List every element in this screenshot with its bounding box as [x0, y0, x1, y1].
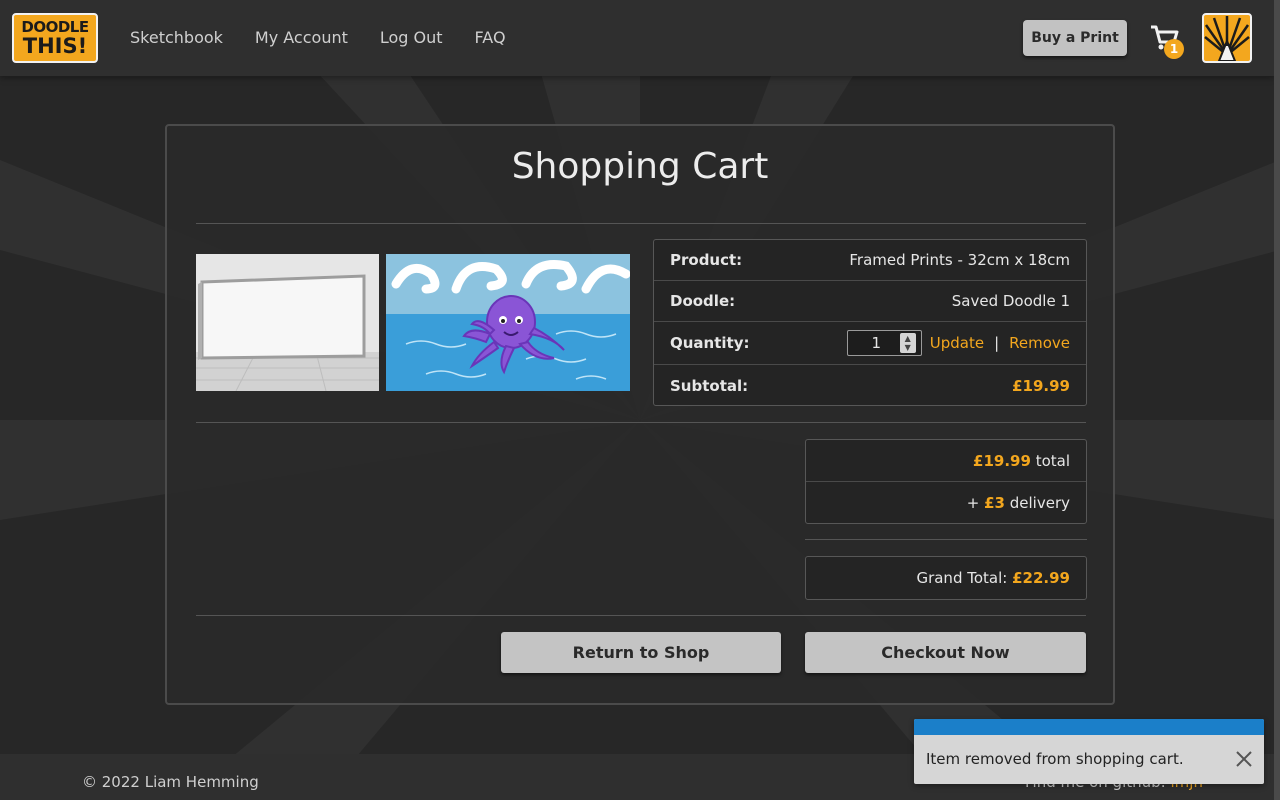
quantity-label: Quantity: [670, 334, 750, 352]
nav-link-my-account[interactable]: My Account [255, 28, 348, 47]
spinner-icon[interactable]: ▲ ▼ [899, 333, 916, 353]
doodle-label: Doodle: [670, 292, 736, 310]
product-row: Product: Framed Prints - 32cm x 18cm [654, 240, 1086, 281]
grand-total-box: Grand Total: £22.99 [805, 556, 1087, 600]
grand-total-label: Grand Total: [916, 569, 1008, 587]
doodle-row: Doodle: Saved Doodle 1 [654, 281, 1086, 322]
brand-line1: DOODLE [21, 17, 89, 36]
grand-total-value: £22.99 [1012, 569, 1070, 587]
nav-link-log-out[interactable]: Log Out [380, 28, 443, 47]
cart-link[interactable]: 1 [1148, 22, 1188, 62]
nav-links: Sketchbook My Account Log Out FAQ [130, 28, 506, 47]
totals-box: £19.99 total + £3 delivery [805, 439, 1087, 524]
product-label: Product: [670, 251, 743, 269]
subtotal-label: Subtotal: [670, 376, 749, 395]
delivery-word: delivery [1009, 494, 1070, 512]
total-row: £19.99 total [806, 440, 1086, 482]
copyright-text: © 2022 Liam Hemming [82, 773, 259, 791]
cart-item-details: Product: Framed Prints - 32cm x 18cm Doo… [653, 239, 1087, 406]
scrollbar[interactable] [1274, 0, 1280, 800]
cart-count-badge: 1 [1164, 39, 1184, 59]
close-icon[interactable] [1234, 749, 1254, 769]
subtotal-row: Subtotal: £19.99 [654, 365, 1086, 406]
sunburst-pencil-icon[interactable] [1202, 13, 1252, 63]
nav-link-faq[interactable]: FAQ [475, 28, 506, 47]
toast-notification: Item removed from shopping cart. [914, 719, 1264, 784]
delivery-row: + £3 delivery [806, 482, 1086, 524]
link-separator: | [994, 334, 1000, 352]
quantity-row: Quantity: ▲▼ Update | Remove [654, 322, 1086, 365]
remove-link[interactable]: Remove [1009, 334, 1070, 352]
divider [196, 422, 1086, 423]
product-value: Framed Prints - 32cm x 18cm [849, 251, 1070, 269]
page-title: Shopping Cart [511, 146, 769, 187]
shopping-cart-card: Shopping Cart Product: Framed Prints - 3… [165, 124, 1115, 705]
doodle-image [386, 254, 630, 391]
divider [196, 615, 1086, 616]
delivery-amount: £3 [984, 494, 1005, 512]
nav-link-sketchbook[interactable]: Sketchbook [130, 28, 223, 47]
delivery-prefix: + [966, 494, 980, 512]
checkout-button[interactable]: Checkout Now [805, 632, 1086, 673]
subtotal-value: £19.99 [1012, 376, 1070, 395]
total-amount: £19.99 [973, 451, 1031, 470]
toast-header-bar [914, 719, 1264, 735]
divider [196, 223, 1086, 224]
divider [805, 539, 1087, 540]
product-image-frame [196, 254, 379, 391]
brand-line2: THIS! [22, 33, 88, 58]
quantity-controls: ▲▼ Update | Remove [846, 330, 1070, 356]
buy-print-button[interactable]: Buy a Print [1023, 20, 1127, 56]
brand-logo[interactable]: DOODLE THIS! [12, 13, 98, 63]
navbar: DOODLE THIS! Sketchbook My Account Log O… [0, 0, 1274, 76]
return-to-shop-button[interactable]: Return to Shop [501, 632, 781, 673]
total-word: total [1035, 451, 1070, 470]
toast-message: Item removed from shopping cart. [926, 750, 1184, 768]
doodle-value: Saved Doodle 1 [951, 292, 1070, 310]
update-link[interactable]: Update [930, 334, 984, 352]
